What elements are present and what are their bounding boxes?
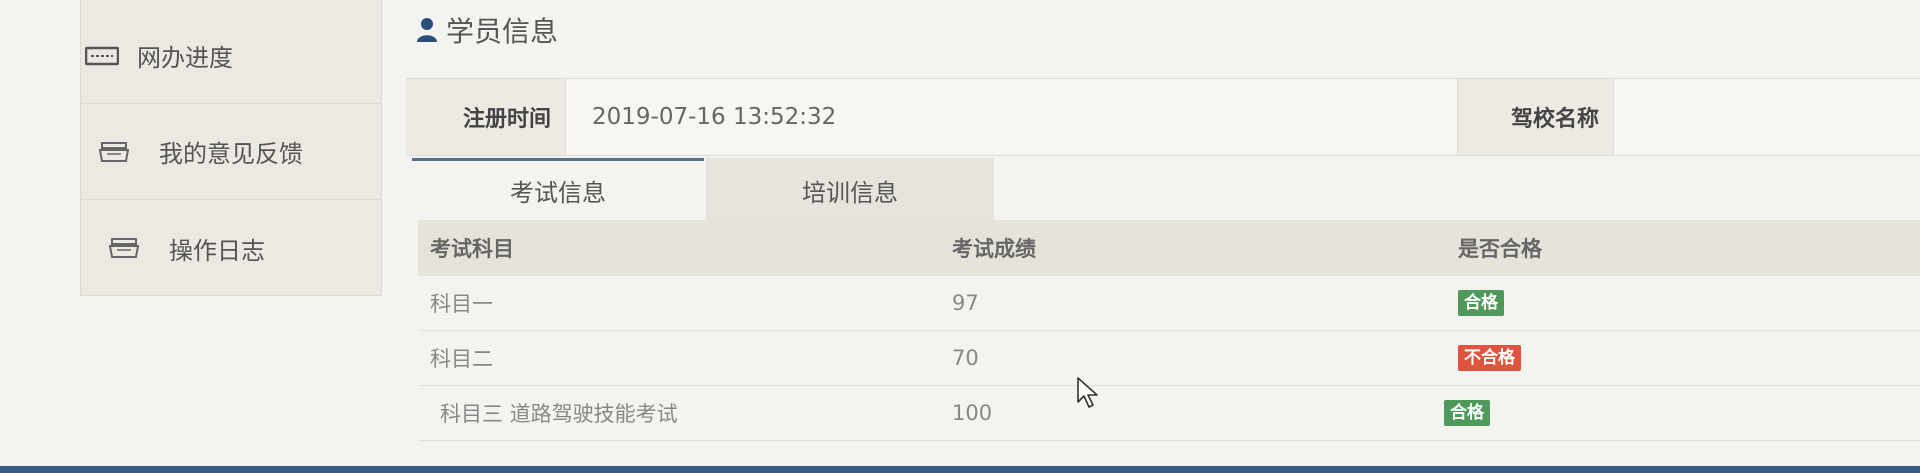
register-time-value: 2019-07-16 13:52:32 xyxy=(566,79,1458,155)
progress-icon xyxy=(84,46,120,66)
status-badge: 合格 xyxy=(1444,400,1490,426)
bottom-bar xyxy=(0,466,1920,473)
section-title: 学员信息 xyxy=(416,10,558,50)
exam-table: 考试科目 考试成绩 是否合格 科目一 97 合格 科目二 70 不合格 科目三 … xyxy=(418,220,1920,441)
column-header-subject: 考试科目 xyxy=(430,237,514,261)
log-icon xyxy=(108,238,143,258)
table-row: 科目二 70 不合格 xyxy=(418,331,1920,386)
page: 网办进度 我的意见反馈 操作日志 学员信息 注册时间 2019-07-16 13… xyxy=(0,0,1920,473)
subject-cell: 科目一 xyxy=(430,292,493,316)
school-name-value xyxy=(1614,79,1920,155)
subject-cell: 科目二 xyxy=(430,347,493,371)
tab-exam-info[interactable]: 考试信息 xyxy=(412,158,704,220)
student-info-row: 注册时间 2019-07-16 13:52:32 驾校名称 xyxy=(406,78,1920,156)
register-time-label: 注册时间 xyxy=(406,79,566,155)
table-header: 考试科目 考试成绩 是否合格 xyxy=(418,220,1920,276)
feedback-icon xyxy=(98,141,133,162)
sidebar-item-label: 我的意见反馈 xyxy=(159,140,303,168)
score-cell: 97 xyxy=(952,291,979,315)
table-row: 科目一 97 合格 xyxy=(418,276,1920,331)
tab-training-info[interactable]: 培训信息 xyxy=(706,158,994,220)
user-icon xyxy=(416,17,438,43)
column-header-pass: 是否合格 xyxy=(1458,237,1542,261)
school-name-label: 驾校名称 xyxy=(1458,79,1614,155)
score-cell: 70 xyxy=(952,346,979,370)
sidebar-item-label: 操作日志 xyxy=(169,236,265,265)
status-cell: 不合格 xyxy=(1458,331,1521,385)
page-title: 学员信息 xyxy=(446,15,559,48)
status-cell: 合格 xyxy=(1458,276,1504,330)
score-cell: 100 xyxy=(952,401,993,425)
status-cell: 合格 xyxy=(1444,386,1490,440)
sidebar-item-progress[interactable]: 网办进度 xyxy=(81,8,381,104)
table-row: 科目三 道路驾驶技能考试 100 合格 xyxy=(418,386,1920,441)
status-badge: 合格 xyxy=(1458,290,1504,316)
mouse-cursor-icon xyxy=(1076,376,1102,410)
subject-cell: 科目三 道路驾驶技能考试 xyxy=(440,402,678,426)
sidebar-item-log[interactable]: 操作日志 xyxy=(81,200,381,296)
sidebar: 网办进度 我的意见反馈 操作日志 xyxy=(80,0,382,296)
sidebar-item-feedback[interactable]: 我的意见反馈 xyxy=(81,104,381,200)
tabs: 考试信息 培训信息 xyxy=(412,158,1920,220)
sidebar-item-label: 网办进度 xyxy=(137,44,233,72)
column-header-score: 考试成绩 xyxy=(952,237,1036,261)
status-badge: 不合格 xyxy=(1458,345,1521,371)
